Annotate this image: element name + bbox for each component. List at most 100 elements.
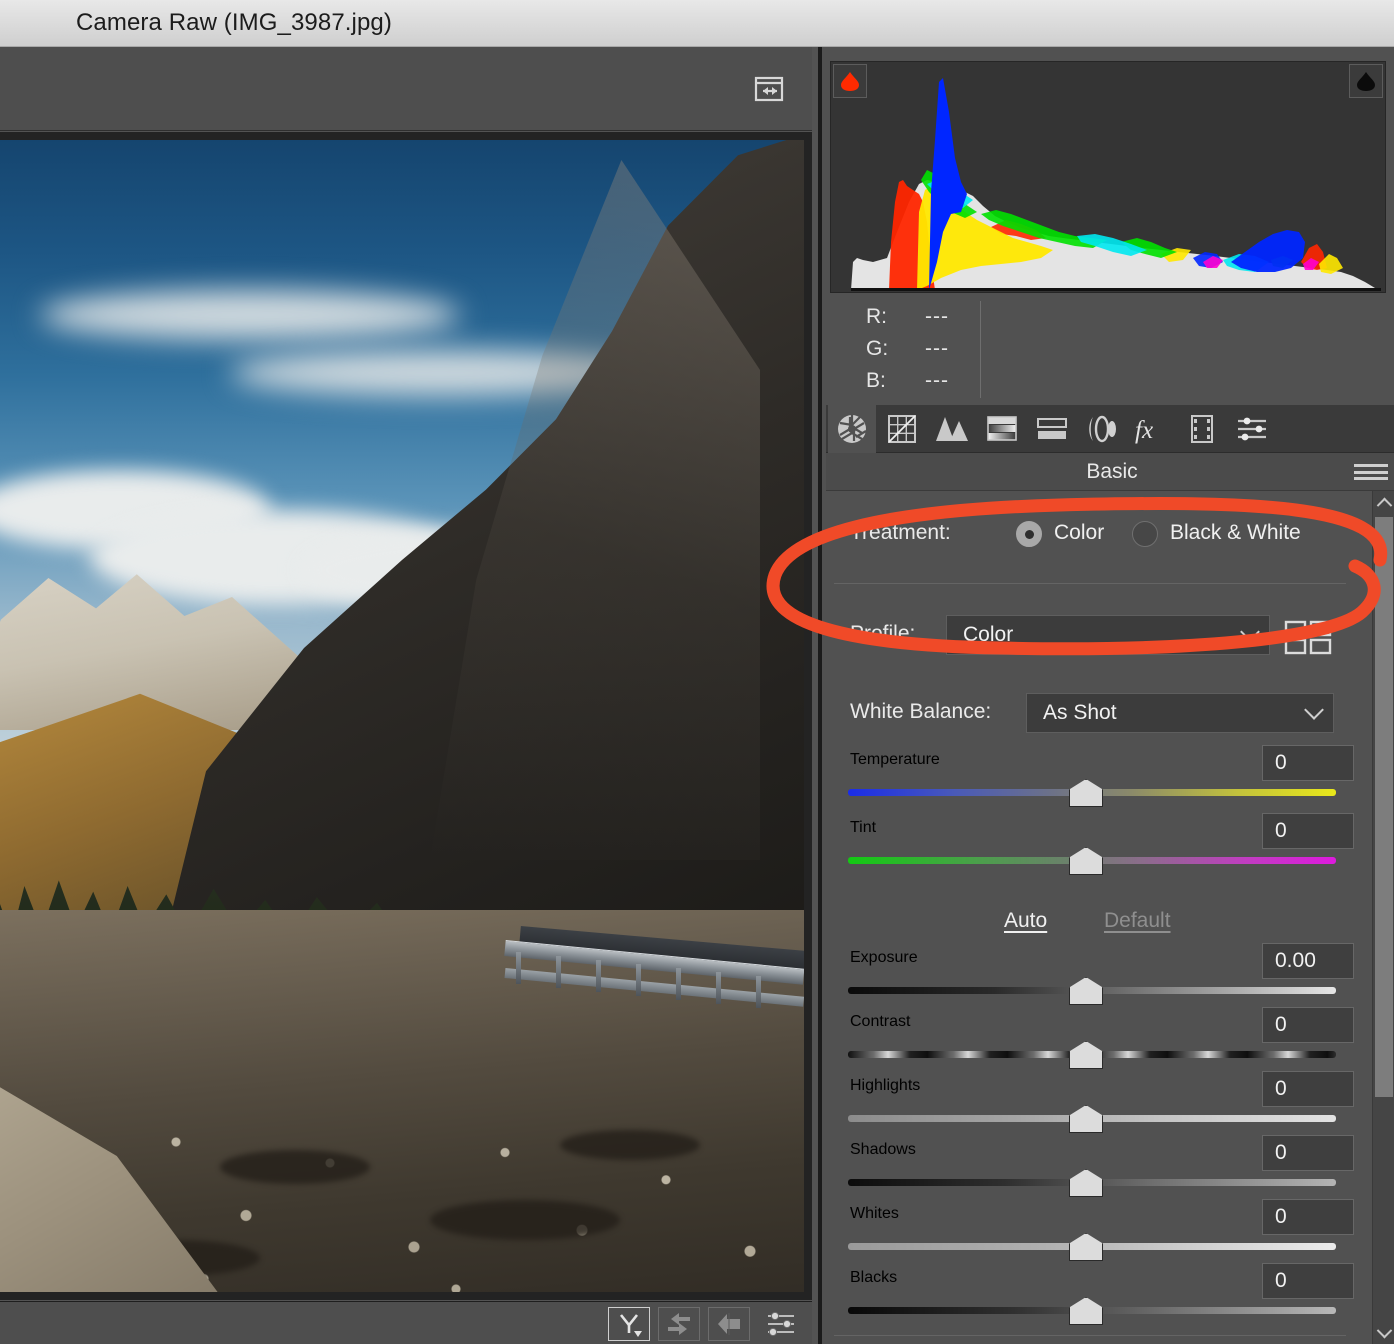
tab-lens-corrections[interactable] bbox=[1078, 405, 1126, 453]
slider-thumb-tint[interactable] bbox=[1069, 847, 1103, 875]
triangles-detail-icon bbox=[936, 417, 968, 441]
swap-before-after-button[interactable] bbox=[658, 1307, 700, 1341]
slider-value-highlights[interactable]: 0 bbox=[1262, 1071, 1354, 1107]
profile-value: Color bbox=[963, 623, 1014, 646]
preview-toggle-button[interactable] bbox=[608, 1307, 650, 1341]
chevron-down-icon bbox=[1304, 700, 1324, 720]
panel-header: Basic bbox=[826, 453, 1394, 491]
slider-value-contrast[interactable]: 0 bbox=[1262, 1007, 1354, 1043]
slider-label-contrast: Contrast bbox=[850, 1013, 911, 1030]
preview-toolbar bbox=[0, 47, 812, 131]
preview-preferences-button[interactable] bbox=[760, 1307, 802, 1341]
photo-guardrail-post bbox=[716, 972, 721, 1004]
slider-value-blacks[interactable]: 0 bbox=[1262, 1263, 1354, 1299]
treatment-option-color-label[interactable]: Color bbox=[1054, 521, 1104, 545]
treatment-radio-color[interactable] bbox=[1016, 521, 1042, 547]
profile-dropdown[interactable]: Color bbox=[946, 615, 1270, 655]
slider-value-temperature[interactable]: 0 bbox=[1262, 745, 1354, 781]
treatment-row: Treatment: Color Black & White bbox=[826, 511, 1372, 555]
preview-column bbox=[0, 47, 818, 1344]
photo-image bbox=[0, 140, 804, 1292]
slider-thumb-contrast[interactable] bbox=[1069, 1041, 1103, 1069]
profile-grid-icon[interactable] bbox=[1282, 619, 1334, 655]
window-title: Camera Raw (IMG_3987.jpg) bbox=[76, 9, 392, 36]
slider-contrast: Contrast 0 bbox=[826, 1007, 1372, 1075]
image-preview-frame[interactable] bbox=[0, 132, 812, 1300]
tab-basic[interactable] bbox=[828, 405, 876, 453]
histogram-plot bbox=[831, 62, 1385, 292]
profile-row: Profile: Color bbox=[826, 611, 1372, 657]
window-titlebar: Camera Raw (IMG_3987.jpg) bbox=[0, 0, 1394, 47]
readout-label-b: B: bbox=[866, 369, 886, 392]
photo-scrub bbox=[560, 1130, 700, 1160]
section-divider bbox=[834, 583, 1346, 584]
slider-value-tint[interactable]: 0 bbox=[1262, 813, 1354, 849]
photo-scrub bbox=[220, 1150, 370, 1184]
panel-resize-icon[interactable] bbox=[748, 67, 792, 111]
split-toning-icon bbox=[1037, 418, 1067, 439]
treatment-option-bw-label[interactable]: Black & White bbox=[1170, 521, 1301, 545]
slider-thumb-exposure[interactable] bbox=[1069, 977, 1103, 1005]
treatment-label: Treatment: bbox=[850, 521, 951, 544]
hsl-gradient-icon bbox=[987, 416, 1017, 441]
slider-value-whites[interactable]: 0 bbox=[1262, 1199, 1354, 1235]
tone-curve-icon bbox=[888, 415, 916, 443]
slider-exposure: Exposure 0.00 bbox=[826, 943, 1372, 1011]
sliders-presets-icon bbox=[1238, 417, 1266, 441]
readout-label-g: G: bbox=[866, 337, 889, 360]
slider-thumb-shadows[interactable] bbox=[1069, 1169, 1103, 1197]
profile-label: Profile: bbox=[850, 622, 916, 645]
scroll-down-arrow-icon[interactable] bbox=[1373, 1322, 1394, 1344]
readout-value-g: --- bbox=[925, 337, 949, 360]
svg-text:fx: fx bbox=[1135, 417, 1153, 444]
shadow-clip-drop-icon bbox=[841, 72, 859, 91]
histogram[interactable] bbox=[830, 61, 1386, 293]
treatment-radio-black-and-white[interactable] bbox=[1132, 521, 1158, 547]
slider-thumb-blacks[interactable] bbox=[1069, 1297, 1103, 1325]
readout-value-b: --- bbox=[925, 369, 949, 392]
panel-title: Basic bbox=[1086, 460, 1138, 483]
film-strip-icon bbox=[1191, 415, 1213, 443]
readout-label-r: R: bbox=[866, 305, 887, 328]
scrollbar-thumb[interactable] bbox=[1375, 517, 1393, 1097]
slider-tint: Tint 0 bbox=[826, 813, 1372, 881]
fx-icon: fx bbox=[1135, 417, 1153, 444]
tab-tone-curve[interactable] bbox=[878, 405, 926, 453]
tab-calibration[interactable] bbox=[1178, 405, 1226, 453]
panel-scrollbar[interactable] bbox=[1372, 491, 1394, 1344]
photo-guardrail-post bbox=[596, 960, 601, 992]
slider-thumb-whites[interactable] bbox=[1069, 1233, 1103, 1261]
basic-panel-body: Treatment: Color Black & White Profile: … bbox=[826, 491, 1372, 1344]
slider-highlights: Highlights 0 bbox=[826, 1071, 1372, 1139]
shadow-clipping-warning[interactable] bbox=[833, 64, 867, 98]
hamburger-menu-icon[interactable] bbox=[1354, 462, 1388, 482]
slider-thumb-highlights[interactable] bbox=[1069, 1105, 1103, 1133]
highlight-clipping-warning[interactable] bbox=[1349, 64, 1383, 98]
photo-scrub bbox=[430, 1200, 620, 1240]
photo-guardrail-post bbox=[516, 952, 521, 984]
slider-blacks: Blacks 0 bbox=[826, 1263, 1372, 1331]
photo-cloud bbox=[40, 290, 460, 340]
tab-split-toning[interactable] bbox=[1028, 405, 1076, 453]
panel-tabbar: fx bbox=[826, 405, 1394, 453]
white-balance-dropdown[interactable]: As Shot bbox=[1026, 693, 1334, 733]
copy-settings-left-button[interactable] bbox=[708, 1307, 750, 1341]
auto-button[interactable]: Auto bbox=[1004, 909, 1047, 933]
slider-label-highlights: Highlights bbox=[850, 1077, 921, 1094]
aperture-icon bbox=[838, 415, 867, 443]
tab-effects[interactable]: fx bbox=[1128, 405, 1176, 453]
tab-presets[interactable] bbox=[1228, 405, 1276, 453]
tab-hsl-grayscale[interactable] bbox=[978, 405, 1026, 453]
lens-correction-icon bbox=[1089, 415, 1116, 443]
preview-bottom-toolbar bbox=[0, 1301, 812, 1344]
slider-value-shadows[interactable]: 0 bbox=[1262, 1135, 1354, 1171]
slider-thumb-temperature[interactable] bbox=[1069, 779, 1103, 807]
rgb-readout: R: --- G: --- B: --- bbox=[830, 297, 1386, 402]
photo-guardrail-post bbox=[556, 956, 561, 988]
photo-guardrail-post bbox=[676, 968, 681, 1000]
photo-guardrail-post bbox=[756, 976, 761, 1008]
default-button[interactable]: Default bbox=[1104, 909, 1171, 933]
scroll-up-arrow-icon[interactable] bbox=[1373, 491, 1394, 513]
slider-value-exposure[interactable]: 0.00 bbox=[1262, 943, 1354, 979]
tab-detail[interactable] bbox=[928, 405, 976, 453]
